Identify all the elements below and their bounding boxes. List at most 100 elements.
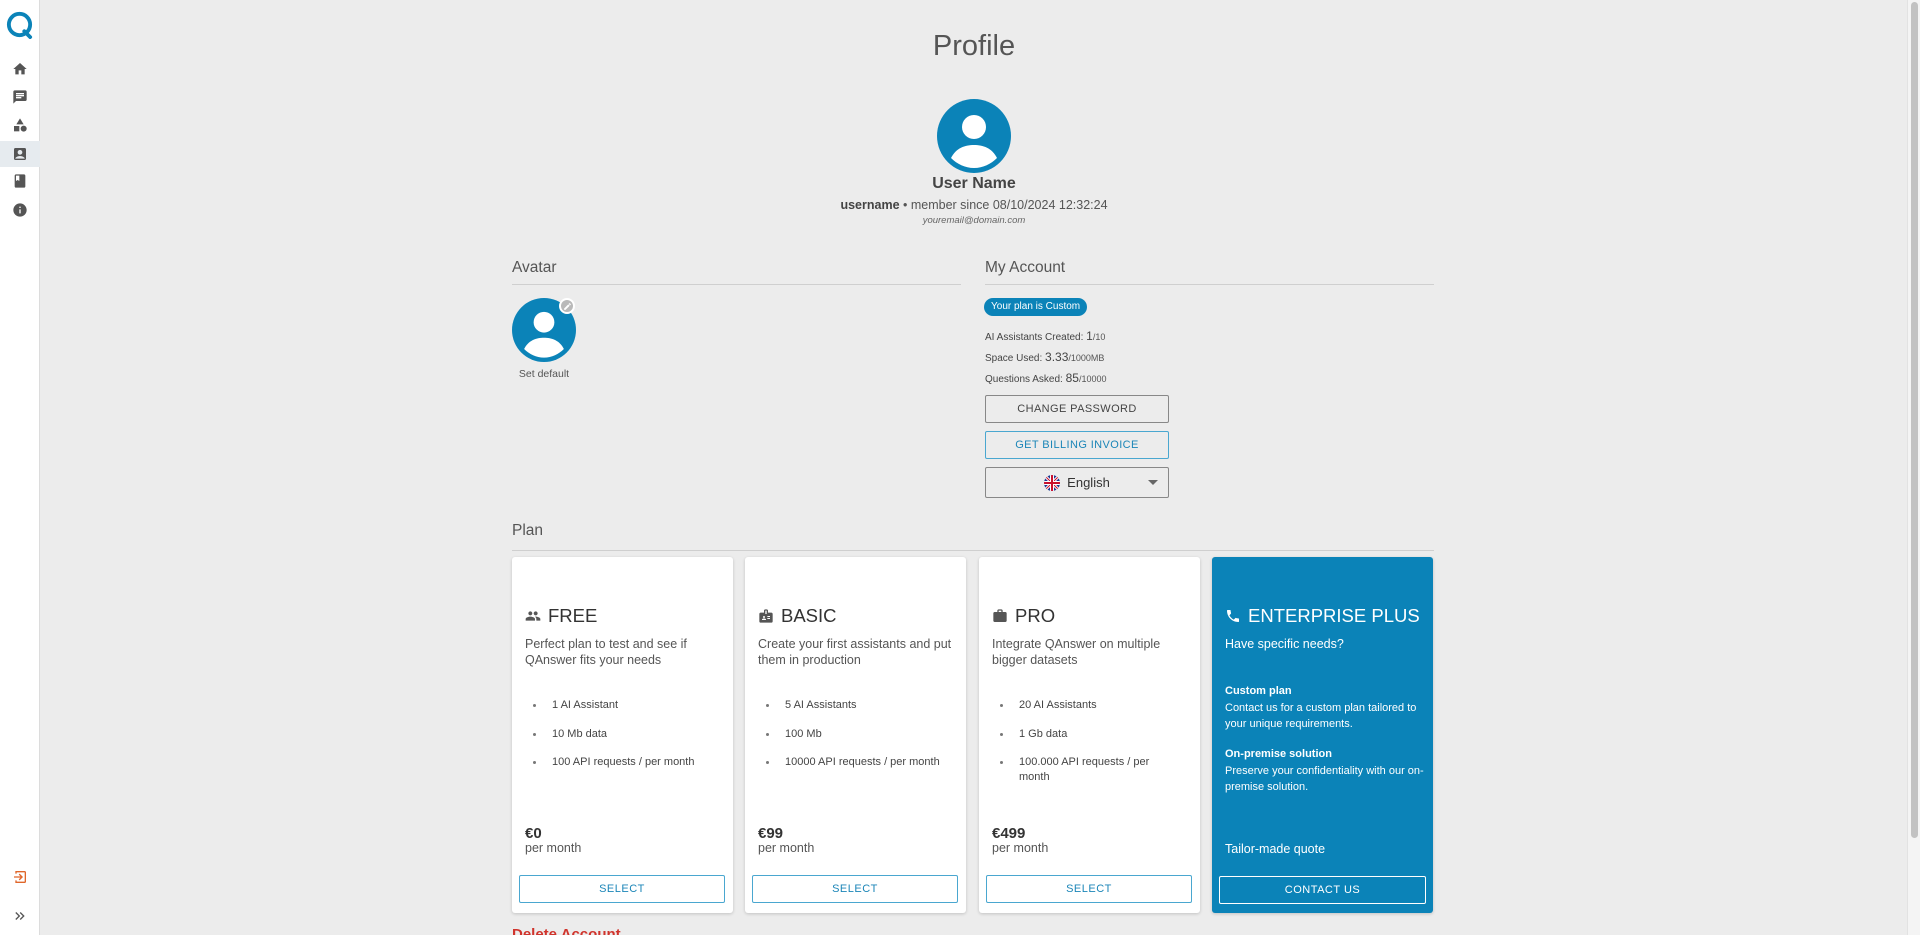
avatar-edit-badge[interactable] <box>559 298 575 314</box>
logout-icon <box>14 871 26 883</box>
shapes-icon <box>14 118 27 132</box>
account-section-divider <box>985 284 1434 285</box>
plan-name: PRO <box>1015 605 1056 626</box>
sidebar-item-docs[interactable] <box>0 168 40 194</box>
set-default-link[interactable]: Set default <box>503 368 585 380</box>
plan-price: €99 <box>758 825 784 842</box>
plan-name: ENTERPRISE PLUS <box>1248 605 1420 626</box>
plan-feature: 100 Mb <box>758 727 963 742</box>
contact-us-button[interactable]: CONTACT US <box>1219 876 1426 904</box>
user-name: User Name <box>932 175 1016 192</box>
questions-label: Questions Asked: <box>985 374 1063 385</box>
plan-feature: 20 AI Assistants <box>992 698 1197 713</box>
plan-period: per month <box>758 841 815 855</box>
plan-feature: 100 API requests / per month <box>525 755 730 770</box>
space-limit: /1000MB <box>1068 353 1105 363</box>
plan-section-divider <box>512 550 1434 551</box>
plan-feature: 10000 API requests / per month <box>758 755 963 770</box>
chevron-down-icon <box>1148 480 1158 485</box>
plan-card-basic: BASIC Create your first assistants and p… <box>745 557 966 913</box>
scrollbar-thumb[interactable] <box>1911 2 1918 838</box>
questions-used: 85 <box>1065 371 1079 385</box>
plan-feature: 10 Mb data <box>525 727 730 742</box>
questions-stat: Questions Asked: 85/10000 <box>985 371 1107 385</box>
plan-card-pro: PRO Integrate QAnswer on multiple bigger… <box>979 557 1200 913</box>
user-meta: username • member since 08/10/2024 12:32… <box>41 198 1907 212</box>
avatar-section-title: Avatar <box>512 259 557 276</box>
expand-icon <box>15 912 25 920</box>
plan-card-free: FREE Perfect plan to test and see if QAn… <box>512 557 733 913</box>
onprem-text: Preserve your confidentiality with our o… <box>1225 765 1424 793</box>
badge-icon <box>759 609 773 623</box>
sidebar-item-profile[interactable] <box>0 141 40 167</box>
chat-icon <box>13 90 27 104</box>
space-label: Space Used: <box>985 353 1043 364</box>
select-pro-button[interactable]: SELECT <box>986 875 1192 903</box>
language-value: English <box>1067 475 1110 490</box>
assistants-stat: AI Assistants Created: 1/10 <box>985 329 1105 343</box>
plan-card-header: PRO <box>992 605 1055 627</box>
plan-feature: 1 Gb data <box>992 727 1197 742</box>
plan-price: €0 <box>525 825 542 842</box>
plan-feature: 100.000 API requests / per month <box>992 755 1172 785</box>
logout-button[interactable] <box>0 864 40 890</box>
phone-icon <box>1227 610 1239 622</box>
book-icon <box>14 174 26 188</box>
plan-name: BASIC <box>781 605 837 626</box>
plan-name: FREE <box>548 605 598 626</box>
sidebar-item-assistants[interactable] <box>0 112 40 138</box>
plan-description: Create your first assistants and put the… <box>758 637 952 667</box>
sidebar <box>0 0 40 935</box>
assistants-used: 1 <box>1086 329 1093 343</box>
custom-plan-title: Custom plan <box>1225 685 1292 697</box>
language-select[interactable]: English <box>985 467 1169 498</box>
assistants-limit: /10 <box>1092 332 1106 342</box>
plan-badge: Your plan is Custom <box>984 298 1088 316</box>
plan-description: Integrate QAnswer on multiple bigger dat… <box>992 637 1161 667</box>
home-icon <box>13 63 27 75</box>
plan-price: €499 <box>992 825 1026 842</box>
expand-sidebar-button[interactable] <box>0 903 40 929</box>
select-free-button[interactable]: SELECT <box>519 875 725 903</box>
member-since: • member since 08/10/2024 12:32:24 <box>903 198 1108 212</box>
main-content: Profile User Name username • member sinc… <box>41 0 1907 935</box>
profile-icon <box>14 148 26 160</box>
info-icon <box>13 203 27 217</box>
plan-description: Perfect plan to test and see if QAnswer … <box>525 637 687 667</box>
assistants-label: AI Assistants Created: <box>985 332 1084 343</box>
briefcase-icon <box>993 609 1007 622</box>
change-password-button[interactable]: CHANGE PASSWORD <box>985 395 1169 423</box>
sidebar-item-home[interactable] <box>0 56 40 82</box>
plan-section-title: Plan <box>512 522 544 539</box>
plan-description: Have specific needs? <box>1225 637 1344 651</box>
edit-icon <box>563 302 571 310</box>
billing-invoice-button[interactable]: GET BILLING INVOICE <box>985 431 1169 459</box>
plan-card-header: ENTERPRISE PLUS <box>1225 605 1420 627</box>
user-avatar <box>937 99 1011 173</box>
plan-period: per month <box>525 841 582 855</box>
tailor-made-quote: Tailor-made quote <box>1225 842 1326 856</box>
qanswer-logo[interactable] <box>5 10 34 39</box>
space-used: 3.33 <box>1045 350 1069 364</box>
delete-account-link[interactable]: Delete Account <box>512 926 621 935</box>
onprem-title: On-premise solution <box>1225 748 1332 760</box>
custom-plan-text: Contact us for a custom plan tailored to… <box>1225 702 1417 730</box>
plan-feature: 5 AI Assistants <box>758 698 963 713</box>
plan-card-header: FREE <box>525 605 597 627</box>
plan-period: per month <box>992 841 1049 855</box>
space-stat: Space Used: 3.33/1000MB <box>985 350 1104 364</box>
page-scrollbar[interactable] <box>1907 0 1920 935</box>
plan-card-enterprise: ENTERPRISE PLUS Have specific needs? Cus… <box>1212 557 1433 913</box>
people-icon <box>525 611 541 621</box>
avatar-section-divider <box>512 284 961 285</box>
page-title: Profile <box>932 30 1016 62</box>
sidebar-item-info[interactable] <box>0 197 40 223</box>
plan-feature: 1 AI Assistant <box>525 698 730 713</box>
user-email: youremail@domain.com <box>922 215 1026 226</box>
sidebar-item-chat[interactable] <box>0 84 40 110</box>
account-section-title: My Account <box>985 259 1066 276</box>
username: username <box>840 198 900 212</box>
plan-card-header: BASIC <box>758 605 837 627</box>
select-basic-button[interactable]: SELECT <box>752 875 958 903</box>
uk-flag-icon <box>1044 474 1061 491</box>
